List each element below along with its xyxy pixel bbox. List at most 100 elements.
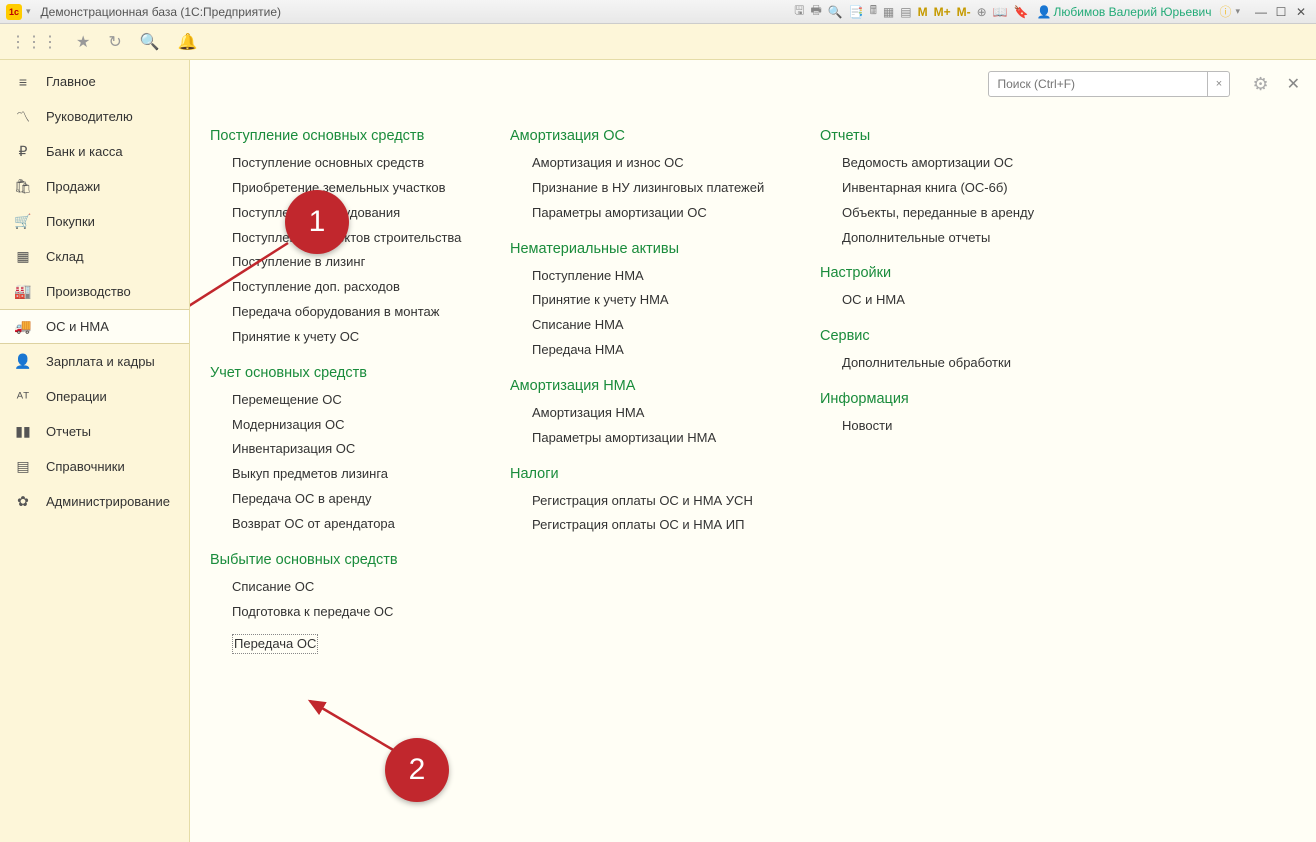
menu-link[interactable]: Поступление основных средств xyxy=(232,154,470,173)
menu-link[interactable]: Передача оборудования в монтаж xyxy=(232,303,470,322)
menu-link[interactable]: Поступление объектов строительства xyxy=(232,229,470,248)
minimize-button[interactable]: — xyxy=(1252,5,1270,19)
menu-link[interactable]: Регистрация оплаты ОС и НМА УСН xyxy=(532,492,780,511)
sidebar-label: Руководителю xyxy=(46,109,133,124)
sidebar-item-6[interactable]: 🏭Производство xyxy=(0,274,189,309)
print-icon[interactable]: 🖶 xyxy=(810,1,821,22)
calendar-icon[interactable]: ▦ xyxy=(883,5,894,19)
star-icon[interactable]: ★ xyxy=(76,32,90,52)
history-icon[interactable]: ↻ xyxy=(108,32,121,52)
sidebar-item-9[interactable]: ᴬᵀОперации xyxy=(0,379,189,414)
menu-link[interactable]: Поступление доп. расходов xyxy=(232,278,470,297)
menu-link[interactable]: Передача ОС xyxy=(232,634,318,655)
save-icon[interactable]: 🖫 xyxy=(794,1,804,22)
sidebar-item-0[interactable]: ≡Главное xyxy=(0,64,189,99)
section-title[interactable]: Налоги xyxy=(510,466,780,482)
sidebar-item-11[interactable]: ▤Справочники xyxy=(0,449,189,484)
sidebar-icon: ₽ xyxy=(14,143,32,160)
link-icon[interactable]: ⊕ xyxy=(977,5,987,19)
grid-icon[interactable]: ▤ xyxy=(900,5,911,19)
sidebar-item-4[interactable]: 🛒Покупки xyxy=(0,204,189,239)
bell-icon[interactable]: 🔔 xyxy=(178,32,198,52)
menu-link[interactable]: Выкуп предметов лизинга xyxy=(232,465,470,484)
menu-link[interactable]: Списание ОС xyxy=(232,578,470,597)
close-button[interactable]: ✕ xyxy=(1292,5,1310,19)
section-title[interactable]: Информация xyxy=(820,391,1050,407)
menu-link[interactable]: Передача НМА xyxy=(532,341,780,360)
panel-close-button[interactable]: ✕ xyxy=(1287,74,1300,94)
section-title[interactable]: Поступление основных средств xyxy=(210,128,470,144)
info-icon[interactable]: ⓘ xyxy=(1219,3,1231,20)
menu-link[interactable]: Поступление НМА xyxy=(532,267,780,286)
section-title[interactable]: Учет основных средств xyxy=(210,365,470,381)
section-title[interactable]: Отчеты xyxy=(820,128,1050,144)
menu-link[interactable]: Списание НМА xyxy=(532,316,780,335)
menu-link[interactable]: Дополнительные обработки xyxy=(842,354,1050,373)
sidebar-item-10[interactable]: ▮▮Отчеты xyxy=(0,414,189,449)
menu-link[interactable]: Возврат ОС от арендатора xyxy=(232,515,470,534)
menu-link[interactable]: Поступление в лизинг xyxy=(232,253,470,272)
sidebar-item-1[interactable]: 〽Руководителю xyxy=(0,99,189,134)
menu-link[interactable]: Модернизация ОС xyxy=(232,416,470,435)
calculator-icon[interactable]: 🖩 xyxy=(870,1,877,22)
sidebar-item-12[interactable]: ✿Администрирование xyxy=(0,484,189,519)
menu-link[interactable]: Приобретение земельных участков xyxy=(232,179,470,198)
gear-icon[interactable]: ⚙ xyxy=(1252,74,1268,95)
compare-icon[interactable]: 📑 xyxy=(849,5,864,19)
preview-icon[interactable]: 🔍 xyxy=(828,5,843,19)
book-icon[interactable]: 📖 xyxy=(993,5,1008,19)
menu-link[interactable]: Инвентарная книга (ОС-6б) xyxy=(842,179,1050,198)
top-toolbar: ⋮⋮⋮ ★ ↻ 🔍 🔔 xyxy=(0,24,1316,60)
menu-link[interactable]: Регистрация оплаты ОС и НМА ИП xyxy=(532,516,780,535)
menu-link[interactable]: Ведомость амортизации ОС xyxy=(842,154,1050,173)
sidebar-item-8[interactable]: 👤Зарплата и кадры xyxy=(0,344,189,379)
menu-link[interactable]: Принятие к учету НМА xyxy=(532,291,780,310)
section-title[interactable]: Настройки xyxy=(820,265,1050,281)
sidebar-label: Банк и касса xyxy=(46,144,123,159)
sidebar-item-5[interactable]: ▦Склад xyxy=(0,239,189,274)
section-title[interactable]: Амортизация НМА xyxy=(510,378,780,394)
sidebar-item-3[interactable]: 🛍Продажи xyxy=(0,169,189,204)
maximize-button[interactable]: ☐ xyxy=(1272,5,1290,19)
menu-link[interactable]: Инвентаризация ОС xyxy=(232,440,470,459)
app-logo: 1c xyxy=(6,4,22,20)
menu-link[interactable]: Новости xyxy=(842,417,1050,436)
current-user[interactable]: 👤Любимов Валерий Юрьевич xyxy=(1037,5,1212,19)
section-title[interactable]: Амортизация ОС xyxy=(510,128,780,144)
menu-link[interactable]: Признание в НУ лизинговых платежей xyxy=(532,179,780,198)
menu-link[interactable]: Амортизация и износ ОС xyxy=(532,154,780,173)
sidebar-label: Зарплата и кадры xyxy=(46,354,155,369)
app-menu-dropdown[interactable]: ▾ xyxy=(26,6,31,17)
mminus-button[interactable]: M- xyxy=(957,5,971,19)
menu-link[interactable]: Параметры амортизации НМА xyxy=(532,429,780,448)
titlebar-icons: 🖫 🖶 🔍 📑 🖩 ▦ ▤ M M+ M- ⊕ 📖 🔖 xyxy=(794,1,1028,22)
annotation-badge-1: 1 xyxy=(285,190,349,254)
bookmark-icon[interactable]: 🔖 xyxy=(1014,5,1029,19)
menu-link[interactable]: Амортизация НМА xyxy=(532,404,780,423)
menu-link[interactable]: Принятие к учету ОС xyxy=(232,328,470,347)
mplus-button[interactable]: M+ xyxy=(934,5,951,19)
menu-link[interactable]: ОС и НМА xyxy=(842,291,1050,310)
link-list: Поступление НМА Принятие к учету НМА Списа… xyxy=(510,267,780,360)
sidebar-item-2[interactable]: ₽ Банк и касса xyxy=(0,134,189,169)
search-input[interactable] xyxy=(988,71,1208,97)
dropdown-icon[interactable]: ▾ xyxy=(1235,6,1240,17)
menu-link[interactable]: Передача ОС в аренду xyxy=(232,490,470,509)
menu-link[interactable]: Перемещение ОС xyxy=(232,391,470,410)
apps-icon[interactable]: ⋮⋮⋮ xyxy=(10,32,58,52)
link-list: Регистрация оплаты ОС и НМА УСН Регистрац… xyxy=(510,492,780,536)
menu-link[interactable]: Поступление оборудования xyxy=(232,204,470,223)
sidebar-item-7[interactable]: 🚚ОС и НМА xyxy=(0,309,189,344)
m-button[interactable]: M xyxy=(918,5,928,19)
link-list: Перемещение ОС Модернизация ОС Инвентариза… xyxy=(210,391,470,534)
menu-link[interactable]: Параметры амортизации ОС xyxy=(532,204,780,223)
menu-link[interactable]: Дополнительные отчеты xyxy=(842,229,1050,248)
menu-link[interactable]: Объекты, переданные в аренду xyxy=(842,204,1050,223)
sidebar: ≡Главное〽Руководителю ₽ Банк и касса 🛍Прода… xyxy=(0,60,190,842)
search-clear-button[interactable]: × xyxy=(1208,71,1230,97)
search-icon[interactable]: 🔍 xyxy=(140,32,160,52)
section-title[interactable]: Выбытие основных средств xyxy=(210,552,470,568)
section-title[interactable]: Нематериальные активы xyxy=(510,241,780,257)
menu-link[interactable]: Подготовка к передаче ОС xyxy=(232,603,470,622)
section-title[interactable]: Сервис xyxy=(820,328,1050,344)
